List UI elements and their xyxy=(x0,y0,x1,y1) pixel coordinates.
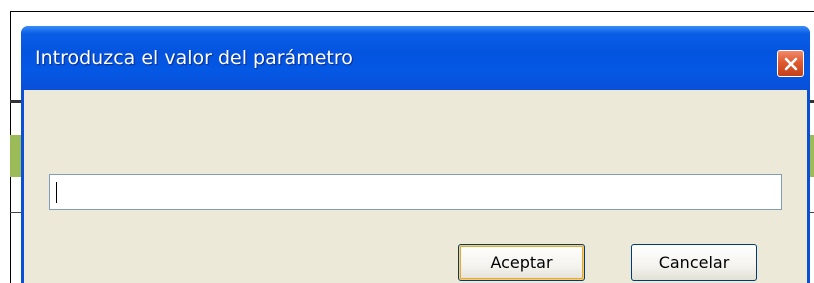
text-caret xyxy=(56,182,57,203)
cancel-button[interactable]: Cancelar xyxy=(631,244,757,281)
dialog-title-bar[interactable]: Introduzca el valor del parámetro xyxy=(21,26,810,90)
dialog-title: Introduzca el valor del parámetro xyxy=(35,47,353,69)
accept-button[interactable]: Aceptar xyxy=(458,244,585,281)
close-button[interactable] xyxy=(777,50,804,77)
close-icon xyxy=(784,57,797,70)
parameter-value-input[interactable] xyxy=(49,174,782,210)
dialog-client-area: Aceptar Cancelar xyxy=(24,90,807,283)
parameter-dialog: Introduzca el valor del parámetro Acepta… xyxy=(21,26,810,283)
background-rule-top xyxy=(10,11,814,12)
